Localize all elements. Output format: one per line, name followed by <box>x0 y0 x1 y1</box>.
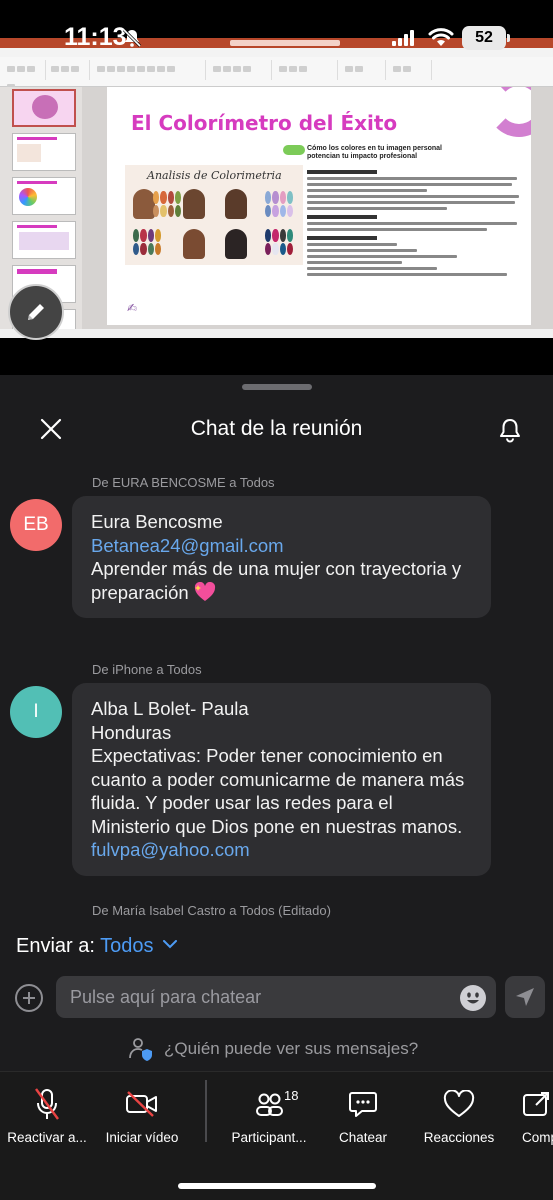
message-sender: De María Isabel Castro a Todos (Editado) <box>92 903 331 918</box>
message-bubble[interactable]: Eura Bencosme Betanea24@gmail.com Aprend… <box>72 496 491 618</box>
share-label: Comp <box>522 1130 553 1145</box>
message-list[interactable]: De EURA BENCOSME a Todos EB Eura Bencosm… <box>0 465 553 925</box>
shared-screen: El Colorímetro del Éxito Cómo los colore… <box>0 0 553 375</box>
toolbar-divider <box>205 1080 207 1142</box>
image-caption: Analisis de Colorimetria <box>147 169 282 182</box>
avatar: I <box>10 686 62 738</box>
message-line: Eura Bencosme <box>91 511 223 532</box>
send-to-label: Enviar a: <box>16 935 95 957</box>
reactions-label: Reacciones <box>423 1130 495 1145</box>
slide-title: El Colorímetro del Éxito <box>131 111 398 135</box>
current-slide: El Colorímetro del Éxito Cómo los colore… <box>107 87 531 325</box>
slide-thumb <box>12 89 76 127</box>
heart-icon <box>443 1090 475 1117</box>
slide-body-text <box>307 165 521 279</box>
muted-microphone-icon <box>35 1088 59 1120</box>
home-indicator[interactable] <box>178 1183 376 1189</box>
message-line: Honduras <box>91 721 172 743</box>
slide-pill <box>283 145 305 155</box>
chat-panel: Chat de la reunión De EURA BENCOSME a To… <box>0 375 553 1200</box>
ppt-statusbar <box>0 329 553 338</box>
message-text: Aprender más de una mujer con trayectori… <box>91 558 462 603</box>
slide-thumb <box>12 221 76 259</box>
presentation-window: El Colorímetro del Éxito Cómo los colore… <box>0 38 553 338</box>
participants-count: 18 <box>284 1088 299 1103</box>
message-text: Expectativas: Poder tener conocimiento e… <box>91 745 465 837</box>
participants-icon <box>256 1093 283 1116</box>
clock: 11:13 <box>64 23 127 51</box>
email-link[interactable]: fulvpa@yahoo.com <box>91 838 473 862</box>
avatar: EB <box>10 499 62 551</box>
privacy-text: ¿Quién puede ver sus mensajes? <box>164 1039 419 1058</box>
privacy-info-link[interactable]: ¿Quién puede ver sus mensajes? <box>128 1035 418 1063</box>
start-video-label: Iniciar vídeo <box>105 1130 179 1145</box>
ppt-ribbon <box>0 57 553 90</box>
slide-signature: ✍ <box>127 301 138 315</box>
sheet-grabber[interactable] <box>242 384 312 390</box>
chat-label: Chatear <box>338 1130 388 1145</box>
meeting-toolbar: Reactivar a... Iniciar vídeo 18 Particip… <box>0 1071 553 1200</box>
slide-decoration <box>487 87 531 137</box>
message-sender: De EURA BENCOSME a Todos <box>92 475 275 490</box>
bell-icon <box>500 419 520 443</box>
message-line: Alba L Bolet- Paula <box>91 698 249 719</box>
slide-thumb <box>12 177 76 215</box>
colorimetry-image: Analisis de Colorimetria <box>125 165 303 265</box>
signal-icon <box>392 30 414 46</box>
wifi-icon <box>428 28 454 46</box>
sparkling-heart-icon <box>194 581 215 601</box>
annotate-pen-button[interactable] <box>8 284 64 340</box>
chevron-down-icon <box>163 940 178 949</box>
slide-thumb <box>12 133 76 171</box>
share-icon <box>523 1092 549 1116</box>
status-bar: 11:13 52 <box>0 16 553 56</box>
send-button[interactable] <box>505 976 545 1018</box>
start-video-button[interactable]: Iniciar vídeo <box>87 1084 197 1145</box>
slide-subtitle: Cómo los colores en tu imagen personal p… <box>307 145 442 160</box>
chat-bubble-icon <box>349 1092 377 1117</box>
video-off-icon <box>126 1091 157 1117</box>
plus-icon <box>23 992 35 1004</box>
add-attachment-button[interactable] <box>15 984 43 1012</box>
chat-title: Chat de la reunión <box>190 417 363 440</box>
send-icon <box>516 988 534 1006</box>
battery-indicator: 52 <box>462 26 510 50</box>
emoji-icon[interactable] <box>459 984 487 1012</box>
message-bubble[interactable]: Alba L Bolet- Paula Honduras Expectativa… <box>72 683 491 876</box>
pencil-icon <box>28 304 44 320</box>
user-shield-icon <box>129 1038 152 1061</box>
chat-button[interactable]: Chatear <box>308 1084 418 1145</box>
reactions-button[interactable]: Reacciones <box>404 1084 514 1145</box>
silent-bell-icon <box>122 28 142 48</box>
slide-canvas: El Colorímetro del Éxito Cómo los colore… <box>82 87 553 338</box>
chat-input[interactable] <box>56 976 496 1018</box>
email-link[interactable]: Betanea24@gmail.com <box>91 534 473 558</box>
notification-button[interactable] <box>494 415 526 445</box>
share-button[interactable]: Comp <box>500 1084 553 1145</box>
message-sender: De iPhone a Todos <box>92 662 202 677</box>
send-to-value: Todos <box>100 935 154 957</box>
send-to-selector[interactable]: Enviar a: Todos <box>16 935 178 958</box>
